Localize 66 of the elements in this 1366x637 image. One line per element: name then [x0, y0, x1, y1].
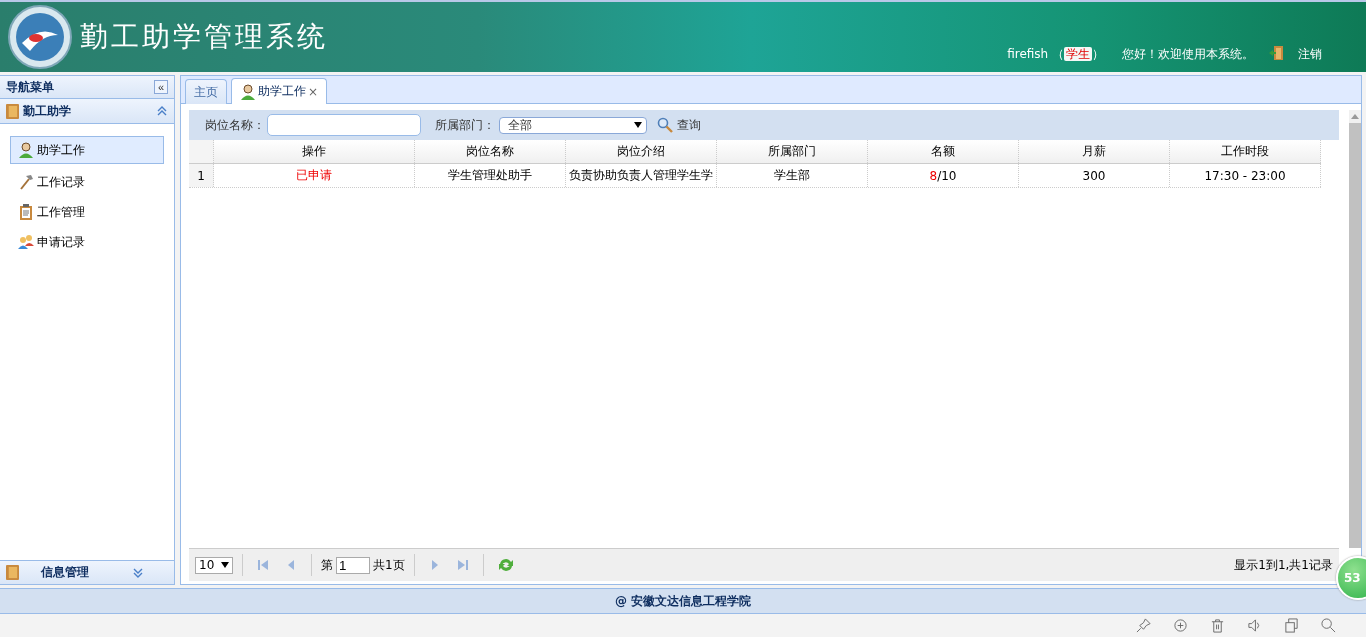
welcome-text: 您好！欢迎使用本系统。: [1122, 46, 1254, 63]
table-cell: 8/10: [868, 164, 1019, 187]
nav-item[interactable]: 申请记录: [10, 228, 164, 256]
column-header[interactable]: 岗位介绍: [566, 140, 717, 163]
column-header[interactable]: 岗位名称: [415, 140, 566, 163]
person-icon: [18, 142, 34, 158]
hammer-icon: [18, 174, 34, 190]
search-icon[interactable]: [1321, 618, 1336, 633]
table-cell: 学生部: [717, 164, 868, 187]
tab[interactable]: 主页: [185, 79, 227, 104]
dropdown-arrow-icon: [634, 122, 642, 128]
department-dropdown[interactable]: 全部: [499, 116, 647, 134]
nav-item[interactable]: 工作管理: [10, 198, 164, 226]
record-summary: 显示1到1,共1记录: [1234, 556, 1333, 574]
table-cell: 17:30 - 23:00: [1170, 164, 1321, 187]
pin-icon[interactable]: [1136, 618, 1151, 633]
field-label: 所属部门：: [435, 116, 495, 134]
search-button[interactable]: 查询: [657, 116, 701, 134]
row-number: 1: [189, 164, 214, 187]
field-label: 岗位名称：: [205, 116, 265, 134]
scrollbar[interactable]: [1349, 110, 1361, 548]
table-cell: 300: [1019, 164, 1170, 187]
accordion-header[interactable]: 勤工助学: [0, 99, 174, 124]
dropdown-arrow-icon: [221, 562, 229, 568]
nav-item[interactable]: 助学工作: [10, 136, 164, 164]
status-link[interactable]: 已申请: [214, 164, 415, 187]
accordion-title: 勤工助学: [23, 102, 72, 120]
system-title: 勤工助学管理系统: [80, 19, 328, 55]
door-icon: [1268, 45, 1284, 61]
page-prefix: 第: [321, 556, 333, 574]
speaker-icon[interactable]: [1247, 618, 1262, 633]
first-page-icon[interactable]: [257, 559, 269, 571]
column-header[interactable]: 操作: [214, 140, 415, 163]
collapse-button[interactable]: «: [154, 80, 168, 94]
accordion-header[interactable]: 信息管理: [0, 560, 174, 584]
person-icon: [240, 83, 256, 100]
page-number-field[interactable]: 1: [336, 556, 370, 574]
column-header[interactable]: 工作时段: [1170, 140, 1321, 163]
column-header[interactable]: 所属部门: [717, 140, 868, 163]
post-name-field[interactable]: [267, 114, 421, 136]
book-icon: [6, 103, 19, 119]
page-count: 共1页: [373, 556, 405, 574]
table-cell: 负责协助负责人管理学生学: [566, 164, 717, 187]
logout-link[interactable]: 注销: [1298, 46, 1322, 63]
sidebar-title: 导航菜单: [6, 78, 54, 96]
column-header[interactable]: 名额: [868, 140, 1019, 163]
scroll-up-icon[interactable]: [1351, 114, 1359, 119]
last-page-icon[interactable]: [456, 559, 469, 571]
logo-icon: [8, 5, 72, 69]
copyright-text: @ 安徽文达信息工程学院: [614, 592, 752, 610]
column-header[interactable]: 月薪: [1019, 140, 1170, 163]
copy-icon[interactable]: [1284, 618, 1299, 633]
users-icon: [18, 234, 34, 250]
close-icon[interactable]: ×: [308, 84, 319, 99]
table-cell: 学生管理处助手: [415, 164, 566, 187]
tab[interactable]: 助学工作 ×: [231, 78, 328, 104]
book-icon: [6, 565, 19, 580]
trash-icon[interactable]: [1210, 618, 1225, 633]
clipboard-icon: [18, 204, 34, 220]
nav-item[interactable]: 工作记录: [10, 168, 164, 196]
page-size-dropdown[interactable]: 10: [195, 556, 233, 574]
chevron-down-icon: [132, 566, 144, 579]
user-info: firefish （ 学生 ）: [1007, 46, 1104, 63]
accordion-title: 信息管理: [41, 564, 90, 581]
chevron-up-icon: [156, 105, 168, 117]
search-icon: [657, 117, 673, 133]
